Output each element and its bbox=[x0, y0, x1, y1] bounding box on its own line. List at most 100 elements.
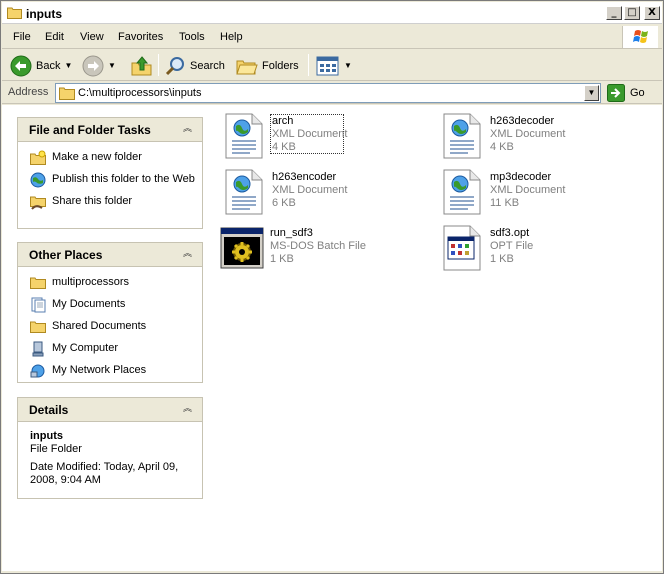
file-type: XML Document bbox=[490, 128, 566, 140]
place-multiprocessors[interactable]: multiprocessors bbox=[30, 275, 202, 291]
task-publish-to-web[interactable]: Publish this folder to the Web bbox=[30, 172, 202, 188]
file-item[interactable]: h263decoder XML Document 4 KB bbox=[440, 113, 650, 163]
file-name: h263decoder bbox=[490, 115, 555, 127]
xml-document-icon bbox=[443, 113, 481, 159]
place-label: My Computer bbox=[52, 342, 119, 354]
my-computer-icon bbox=[32, 341, 44, 357]
menu-help[interactable]: Help bbox=[220, 31, 243, 43]
forward-button[interactable]: ▼ bbox=[82, 53, 116, 78]
menu-view[interactable]: View bbox=[80, 31, 104, 43]
collapse-chevron-icon[interactable]: ︽ bbox=[181, 122, 194, 135]
share-folder-icon bbox=[30, 196, 46, 210]
file-type: MS-DOS Batch File bbox=[270, 240, 366, 252]
file-type: XML Document bbox=[490, 184, 566, 196]
menu-file[interactable]: File bbox=[13, 31, 31, 43]
back-arrow-icon bbox=[10, 55, 32, 76]
collapse-chevron-icon[interactable]: ︽ bbox=[181, 247, 194, 260]
other-places-title: Other Places bbox=[29, 248, 103, 262]
go-button[interactable]: Go bbox=[607, 84, 645, 102]
folder-icon bbox=[59, 87, 75, 100]
file-name: h263encoder bbox=[272, 171, 337, 183]
collapse-chevron-icon[interactable]: ︽ bbox=[181, 402, 194, 415]
address-dropdown-icon[interactable]: ▼ bbox=[584, 85, 599, 101]
place-my-documents[interactable]: My Documents bbox=[30, 297, 202, 313]
close-button[interactable]: X bbox=[644, 6, 660, 20]
opt-file-icon bbox=[443, 225, 481, 271]
forward-dropdown-icon[interactable]: ▼ bbox=[108, 61, 116, 70]
window-title: inputs bbox=[26, 7, 62, 21]
task-share-folder[interactable]: Share this folder bbox=[30, 194, 202, 210]
file-type: XML Document bbox=[272, 184, 348, 196]
content-area: File and Folder Tasks ︽ Make a new folde… bbox=[2, 105, 662, 571]
file-item[interactable]: sdf3.opt OPT File 1 KB bbox=[440, 225, 650, 275]
place-label: Shared Documents bbox=[52, 320, 147, 332]
toolbar: Back ▼ ▼ Search Folders ▼ bbox=[2, 50, 662, 81]
file-name: sdf3.opt bbox=[490, 227, 530, 239]
folder-icon bbox=[30, 277, 46, 289]
maximize-button[interactable]: □ bbox=[624, 6, 640, 20]
details-name: inputs bbox=[30, 430, 63, 442]
go-arrow-icon bbox=[607, 84, 625, 102]
details-type: File Folder bbox=[30, 443, 82, 455]
address-label: Address bbox=[8, 86, 49, 98]
place-label: My Network Places bbox=[52, 364, 147, 376]
details-panel: Details ︽ inputs File Folder Date Modifi… bbox=[17, 397, 203, 499]
explorer-window: inputs _ □ X File Edit View Favorites To… bbox=[0, 0, 664, 574]
windows-flag-icon bbox=[633, 30, 648, 43]
address-bar: Address C:\multiprocessors\inputs ▼ Go bbox=[2, 82, 662, 104]
place-my-network-places[interactable]: My Network Places bbox=[30, 363, 202, 379]
other-places-header[interactable]: Other Places ︽ bbox=[18, 243, 202, 267]
network-places-icon bbox=[30, 364, 45, 378]
folders-icon bbox=[236, 60, 258, 74]
task-label: Make a new folder bbox=[52, 151, 142, 163]
file-item[interactable]: arch XML Document 4 KB bbox=[222, 113, 432, 163]
details-modified: Date Modified: Today, April 09, 2008, 9:… bbox=[30, 461, 179, 486]
folder-icon bbox=[7, 7, 22, 19]
views-icon bbox=[316, 56, 339, 75]
file-item[interactable]: run_sdf3 MS-DOS Batch File 1 KB bbox=[220, 225, 430, 275]
place-my-computer[interactable]: My Computer bbox=[30, 341, 202, 357]
address-input[interactable]: C:\multiprocessors\inputs ▼ bbox=[55, 83, 601, 103]
title-bar[interactable]: inputs _ □ X bbox=[2, 2, 662, 24]
file-name: mp3decoder bbox=[490, 171, 552, 183]
details-title: Details bbox=[29, 403, 69, 417]
back-dropdown-icon[interactable]: ▼ bbox=[64, 61, 72, 70]
back-button[interactable]: Back ▼ bbox=[10, 53, 72, 78]
file-name: run_sdf3 bbox=[270, 227, 313, 239]
folders-button[interactable]: Folders bbox=[236, 53, 299, 78]
file-name: arch bbox=[272, 115, 294, 127]
tasks-panel-title: File and Folder Tasks bbox=[29, 123, 151, 137]
tasks-panel-header[interactable]: File and Folder Tasks ︽ bbox=[18, 118, 202, 142]
file-item[interactable]: h263encoder XML Document 6 KB bbox=[222, 169, 432, 219]
task-label: Publish this folder to the Web bbox=[52, 173, 195, 185]
menu-edit[interactable]: Edit bbox=[45, 31, 64, 43]
file-folder-tasks-panel: File and Folder Tasks ︽ Make a new folde… bbox=[17, 117, 203, 229]
file-item[interactable]: mp3decoder XML Document 11 KB bbox=[440, 169, 650, 219]
batch-file-icon bbox=[220, 227, 264, 269]
file-size: 6 KB bbox=[272, 197, 296, 209]
place-label: multiprocessors bbox=[52, 276, 130, 288]
xml-document-icon bbox=[443, 169, 481, 215]
up-folder-icon bbox=[131, 55, 152, 75]
windows-logo bbox=[622, 26, 658, 48]
minimize-button[interactable]: _ bbox=[606, 6, 622, 20]
up-folder-button[interactable] bbox=[130, 53, 154, 78]
shared-documents-icon bbox=[30, 321, 46, 333]
forward-arrow-icon bbox=[82, 55, 104, 76]
file-type: OPT File bbox=[490, 240, 534, 252]
details-header[interactable]: Details ︽ bbox=[18, 398, 202, 422]
new-folder-icon bbox=[30, 150, 46, 165]
task-make-new-folder[interactable]: Make a new folder bbox=[30, 150, 202, 166]
toolbar-separator bbox=[158, 54, 159, 76]
file-size: 1 KB bbox=[490, 253, 514, 265]
address-value: C:\multiprocessors\inputs bbox=[78, 87, 202, 99]
search-button[interactable]: Search bbox=[164, 53, 225, 78]
place-shared-documents[interactable]: Shared Documents bbox=[30, 319, 202, 335]
file-type: XML Document bbox=[272, 128, 348, 140]
search-label: Search bbox=[190, 59, 225, 72]
views-button[interactable]: ▼ bbox=[316, 53, 352, 78]
menu-favorites[interactable]: Favorites bbox=[118, 31, 163, 43]
menu-tools[interactable]: Tools bbox=[179, 31, 205, 43]
xml-document-icon bbox=[225, 169, 263, 215]
views-dropdown-icon[interactable]: ▼ bbox=[344, 61, 352, 70]
